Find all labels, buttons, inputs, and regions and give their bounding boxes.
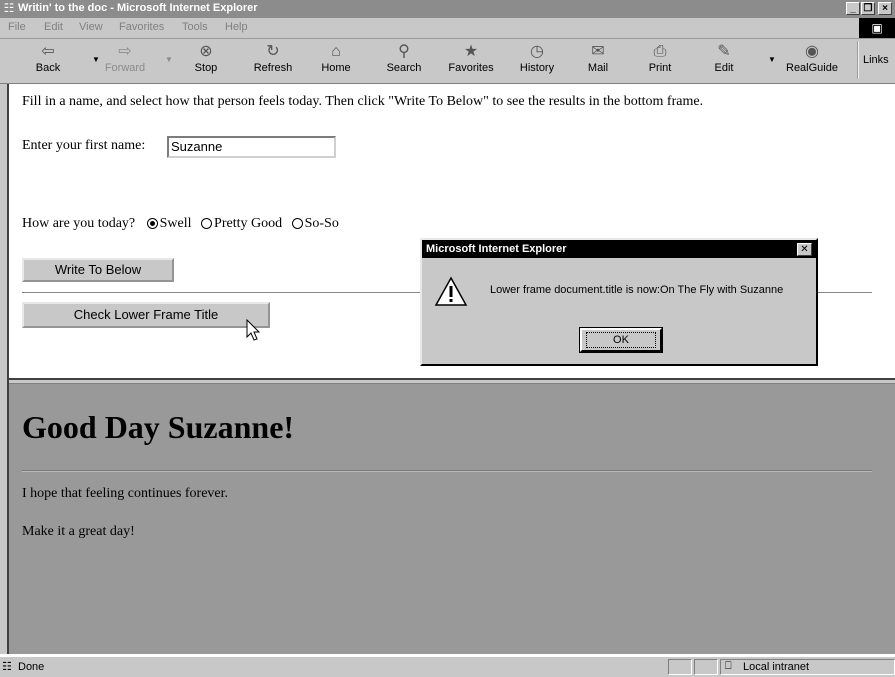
dialog-message: Lower frame document.title is now:On The…	[490, 284, 784, 296]
menu-tools[interactable]: Tools	[182, 21, 208, 33]
title-bar: ☷ Writin' to the doc - Microsoft Interne…	[0, 0, 895, 18]
radio-swell[interactable]	[146, 218, 158, 230]
name-label: Enter your first name:	[22, 138, 146, 153]
mood-label: How are you today?	[22, 216, 136, 231]
back-arrow-icon: ⇦	[41, 43, 55, 60]
great-day-text: Make it a great day!	[22, 524, 135, 539]
dialog-title: Microsoft Internet Explorer	[422, 240, 816, 258]
status-text: Done	[18, 661, 45, 673]
window-title: Writin' to the doc - Microsoft Internet …	[18, 2, 258, 14]
status-cell-empty-2	[694, 659, 718, 675]
zone-text: Local intranet	[743, 661, 810, 673]
print-button[interactable]: ⎙ Print	[638, 41, 682, 81]
intranet-zone-icon: ⎕	[725, 660, 732, 672]
warning-icon	[434, 276, 468, 306]
back-dropdown-chevron-down-icon[interactable]: ▼	[92, 55, 100, 64]
edit-dropdown-chevron-down-icon[interactable]: ▼	[768, 55, 776, 64]
window-left-border	[0, 84, 9, 654]
ie-throbber-icon: ▣	[859, 18, 895, 38]
history-button[interactable]: ◷ History	[512, 41, 562, 81]
mood-question: How are you today? Swell Pretty Good So-…	[22, 216, 339, 232]
refresh-button[interactable]: ↻ Refresh	[248, 41, 298, 81]
page-done-icon: ☷	[2, 661, 12, 673]
refresh-icon: ↻	[266, 43, 280, 60]
history-icon: ◷	[530, 43, 544, 60]
bottom-divider-line	[22, 470, 872, 472]
status-cell-empty-1	[668, 659, 692, 675]
dialog-close-button[interactable]: ✕	[797, 243, 812, 256]
menu-file[interactable]: File	[8, 21, 26, 33]
home-button[interactable]: ⌂ Home	[314, 41, 358, 81]
bottom-frame: Good Day Suzanne! I hope that feeling co…	[9, 384, 895, 654]
minimize-button[interactable]: _	[846, 2, 860, 15]
forward-arrow-icon: ⇨	[118, 43, 132, 60]
ok-button[interactable]: OK	[579, 327, 663, 353]
menu-favorites[interactable]: Favorites	[119, 21, 164, 33]
back-button[interactable]: ⇦ Back	[28, 41, 68, 81]
search-button[interactable]: ⚲ Search	[379, 41, 429, 81]
first-name-input[interactable]: Suzanne	[167, 136, 336, 158]
edit-button[interactable]: ✎ Edit	[702, 41, 746, 81]
radio-so-so[interactable]	[291, 218, 303, 230]
menu-view[interactable]: View	[79, 21, 103, 33]
mouse-cursor-icon	[246, 319, 261, 341]
home-icon: ⌂	[331, 43, 341, 60]
check-lower-frame-title-button[interactable]: Check Lower Frame Title	[22, 302, 270, 328]
stop-icon: ⊗	[199, 43, 213, 60]
write-to-below-button[interactable]: Write To Below	[22, 258, 174, 282]
close-button[interactable]: ×	[878, 2, 892, 15]
realguide-button[interactable]: ◉ RealGuide	[780, 41, 844, 81]
realguide-icon: ◉	[805, 43, 819, 60]
mood-option-so-so[interactable]: So-So	[291, 216, 339, 231]
alert-dialog: Microsoft Internet Explorer ✕ Lower fram…	[420, 238, 818, 366]
menu-edit[interactable]: Edit	[44, 21, 63, 33]
feeling-text: I hope that feeling continues forever.	[22, 486, 229, 501]
edit-icon: ✎	[717, 43, 731, 60]
greeting-heading: Good Day Suzanne!	[22, 409, 295, 445]
ie-app-icon: ☷	[3, 1, 15, 15]
stop-button[interactable]: ⊗ Stop	[186, 41, 226, 81]
favorites-icon: ★	[463, 43, 479, 60]
maximize-button[interactable]: ❐	[861, 2, 875, 15]
zone-cell: ⎕ Local intranet	[720, 659, 895, 675]
instructions-text: Fill in a name, and select how that pers…	[22, 94, 704, 109]
menu-help[interactable]: Help	[225, 21, 248, 33]
menu-bar: File Edit View Favorites Tools Help ▣	[0, 18, 895, 39]
favorites-button[interactable]: ★ Favorites	[441, 41, 501, 81]
standard-toolbar: ⇦ Back ▼ ⇨ Forward ▼ ⊗ Stop ↻ Refresh ⌂ …	[0, 39, 895, 85]
forward-dropdown-chevron-down-icon[interactable]: ▼	[165, 55, 173, 64]
radio-pretty-good[interactable]	[201, 218, 213, 230]
search-icon: ⚲	[398, 43, 410, 60]
print-icon: ⎙	[653, 43, 667, 60]
status-bar: ☷ Done ⎕ Local intranet	[0, 656, 895, 677]
mail-icon: ✉	[591, 43, 605, 60]
forward-button[interactable]: ⇨ Forward	[100, 41, 150, 81]
mail-button[interactable]: ✉ Mail	[574, 41, 622, 81]
links-bar[interactable]: Links	[857, 41, 895, 79]
mood-option-pretty-good[interactable]: Pretty Good	[201, 216, 282, 231]
mood-option-swell[interactable]: Swell	[146, 216, 192, 231]
